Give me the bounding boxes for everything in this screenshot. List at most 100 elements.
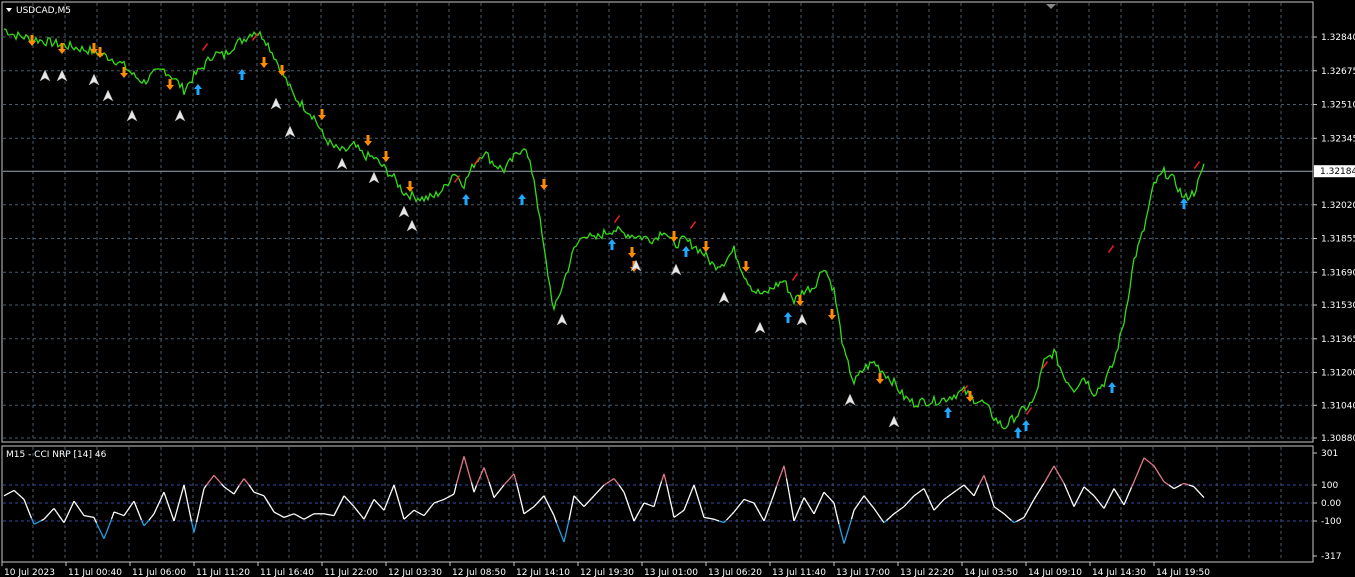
cci-segment bbox=[296, 514, 300, 518]
cci-segment bbox=[1160, 477, 1165, 483]
cci-segment bbox=[21, 496, 25, 500]
cci-segment bbox=[463, 456, 468, 466]
cci-segment bbox=[908, 498, 912, 502]
cci-segment bbox=[1006, 515, 1010, 519]
up-arrow-icon bbox=[1180, 198, 1188, 209]
cci-segment bbox=[1060, 478, 1065, 484]
cci-segment bbox=[378, 504, 382, 508]
cci-segment bbox=[80, 511, 85, 516]
cci-segment bbox=[640, 502, 645, 508]
cci-segment bbox=[845, 527, 850, 536]
cci-segment bbox=[618, 484, 623, 489]
cci-segment bbox=[918, 489, 922, 493]
up-arrow-icon bbox=[194, 84, 202, 95]
chart-shift-icon[interactable] bbox=[1046, 4, 1056, 9]
cci-segment bbox=[358, 512, 363, 517]
indicator-frame bbox=[1, 445, 1314, 563]
cci-segment bbox=[393, 484, 398, 494]
cci-segment bbox=[553, 515, 558, 523]
cci-segment bbox=[340, 495, 345, 502]
cci-segment bbox=[823, 491, 827, 496]
cci-segment bbox=[946, 495, 950, 499]
cci-segment bbox=[105, 525, 110, 533]
cci-segment bbox=[203, 484, 208, 489]
sell-signal-icon bbox=[754, 321, 766, 334]
cci-segment bbox=[400, 510, 405, 520]
cci-segment bbox=[411, 509, 415, 513]
cci-segment bbox=[903, 503, 907, 508]
cci-segment bbox=[613, 478, 618, 483]
chart-canvas[interactable]: 1.32840 1.32675 1.32510 1.32345 1.32020 1.318… bbox=[0, 0, 1355, 577]
sell-signal-icon bbox=[556, 313, 568, 326]
cci-segment bbox=[1003, 513, 1007, 517]
sub-tick-label: -100 bbox=[1321, 517, 1342, 527]
sell-signal-icon bbox=[336, 157, 348, 170]
y-tick-label: 1.32020 bbox=[1321, 201, 1355, 211]
cci-segment bbox=[1075, 496, 1080, 502]
cci-segment bbox=[743, 498, 747, 501]
cci-segment bbox=[1133, 475, 1138, 483]
cci-segment bbox=[1001, 511, 1005, 515]
cci-segment bbox=[33, 522, 37, 525]
cci-segment bbox=[758, 511, 763, 517]
cci-segment bbox=[423, 512, 428, 517]
cci-segment bbox=[795, 509, 800, 516]
cci-segment bbox=[588, 498, 592, 502]
cci-segment bbox=[911, 495, 915, 499]
cci-segment bbox=[408, 512, 412, 516]
cci-segment bbox=[898, 507, 902, 511]
cci-segment bbox=[293, 513, 297, 516]
cci-segment bbox=[1201, 494, 1205, 499]
y-tick-label: 1.31365 bbox=[1321, 335, 1355, 345]
cci-segment bbox=[840, 533, 845, 544]
cci-segment bbox=[563, 530, 568, 543]
cci-segment bbox=[1193, 486, 1197, 490]
cci-segment bbox=[506, 478, 510, 483]
red-signal-icon bbox=[690, 221, 696, 229]
indicator-title[interactable]: M15 - CCI NRP [14] 46 bbox=[6, 450, 107, 460]
cci-segment bbox=[996, 507, 1000, 511]
x-tick-label: 13 Jul 11:40 bbox=[772, 568, 826, 577]
cci-segment bbox=[208, 478, 213, 483]
cci-segment bbox=[248, 484, 253, 489]
symbol-title[interactable]: USDCAD,M5 bbox=[16, 6, 71, 16]
indicator-grid bbox=[1, 445, 1314, 563]
cci-segment bbox=[198, 499, 203, 512]
cci-segment bbox=[913, 493, 917, 497]
cci-segment bbox=[655, 489, 660, 499]
cci-segment bbox=[488, 481, 493, 490]
cci-segment bbox=[78, 508, 83, 513]
cci-segment bbox=[28, 511, 33, 519]
cci-segment bbox=[531, 506, 535, 509]
cci-segment bbox=[788, 492, 793, 507]
cci-segment bbox=[695, 492, 700, 502]
cci-segment bbox=[1048, 469, 1053, 476]
cci-segment bbox=[135, 507, 140, 515]
x-tick-label: 13 Jul 01:00 bbox=[644, 568, 698, 577]
cci-segment bbox=[966, 487, 970, 491]
cci-segment bbox=[683, 503, 688, 511]
cci-segment bbox=[700, 509, 705, 518]
cci-segment bbox=[346, 498, 350, 502]
cci-segment bbox=[133, 500, 138, 508]
cci-segment bbox=[998, 509, 1002, 513]
cci-segment bbox=[738, 502, 743, 507]
signal-markers bbox=[28, 33, 1200, 438]
down-arrow-icon bbox=[260, 57, 268, 68]
symbol-dropdown-icon[interactable] bbox=[6, 8, 12, 12]
cci-segment bbox=[173, 511, 178, 522]
cci-segment bbox=[428, 505, 433, 510]
sub-tick-label: -317 bbox=[1321, 552, 1341, 562]
cci-segment bbox=[993, 506, 997, 509]
cci-segment bbox=[555, 522, 560, 530]
up-arrow-icon bbox=[462, 194, 470, 205]
cci-segment bbox=[175, 502, 180, 513]
down-arrow-icon bbox=[628, 247, 636, 258]
up-arrow-icon bbox=[1014, 427, 1022, 438]
cci-segment bbox=[243, 478, 248, 483]
cci-segment bbox=[468, 473, 473, 483]
cci-segment bbox=[963, 484, 967, 489]
cci-segment bbox=[70, 500, 75, 507]
cci-segment bbox=[343, 495, 347, 499]
cci-segment bbox=[188, 509, 193, 522]
